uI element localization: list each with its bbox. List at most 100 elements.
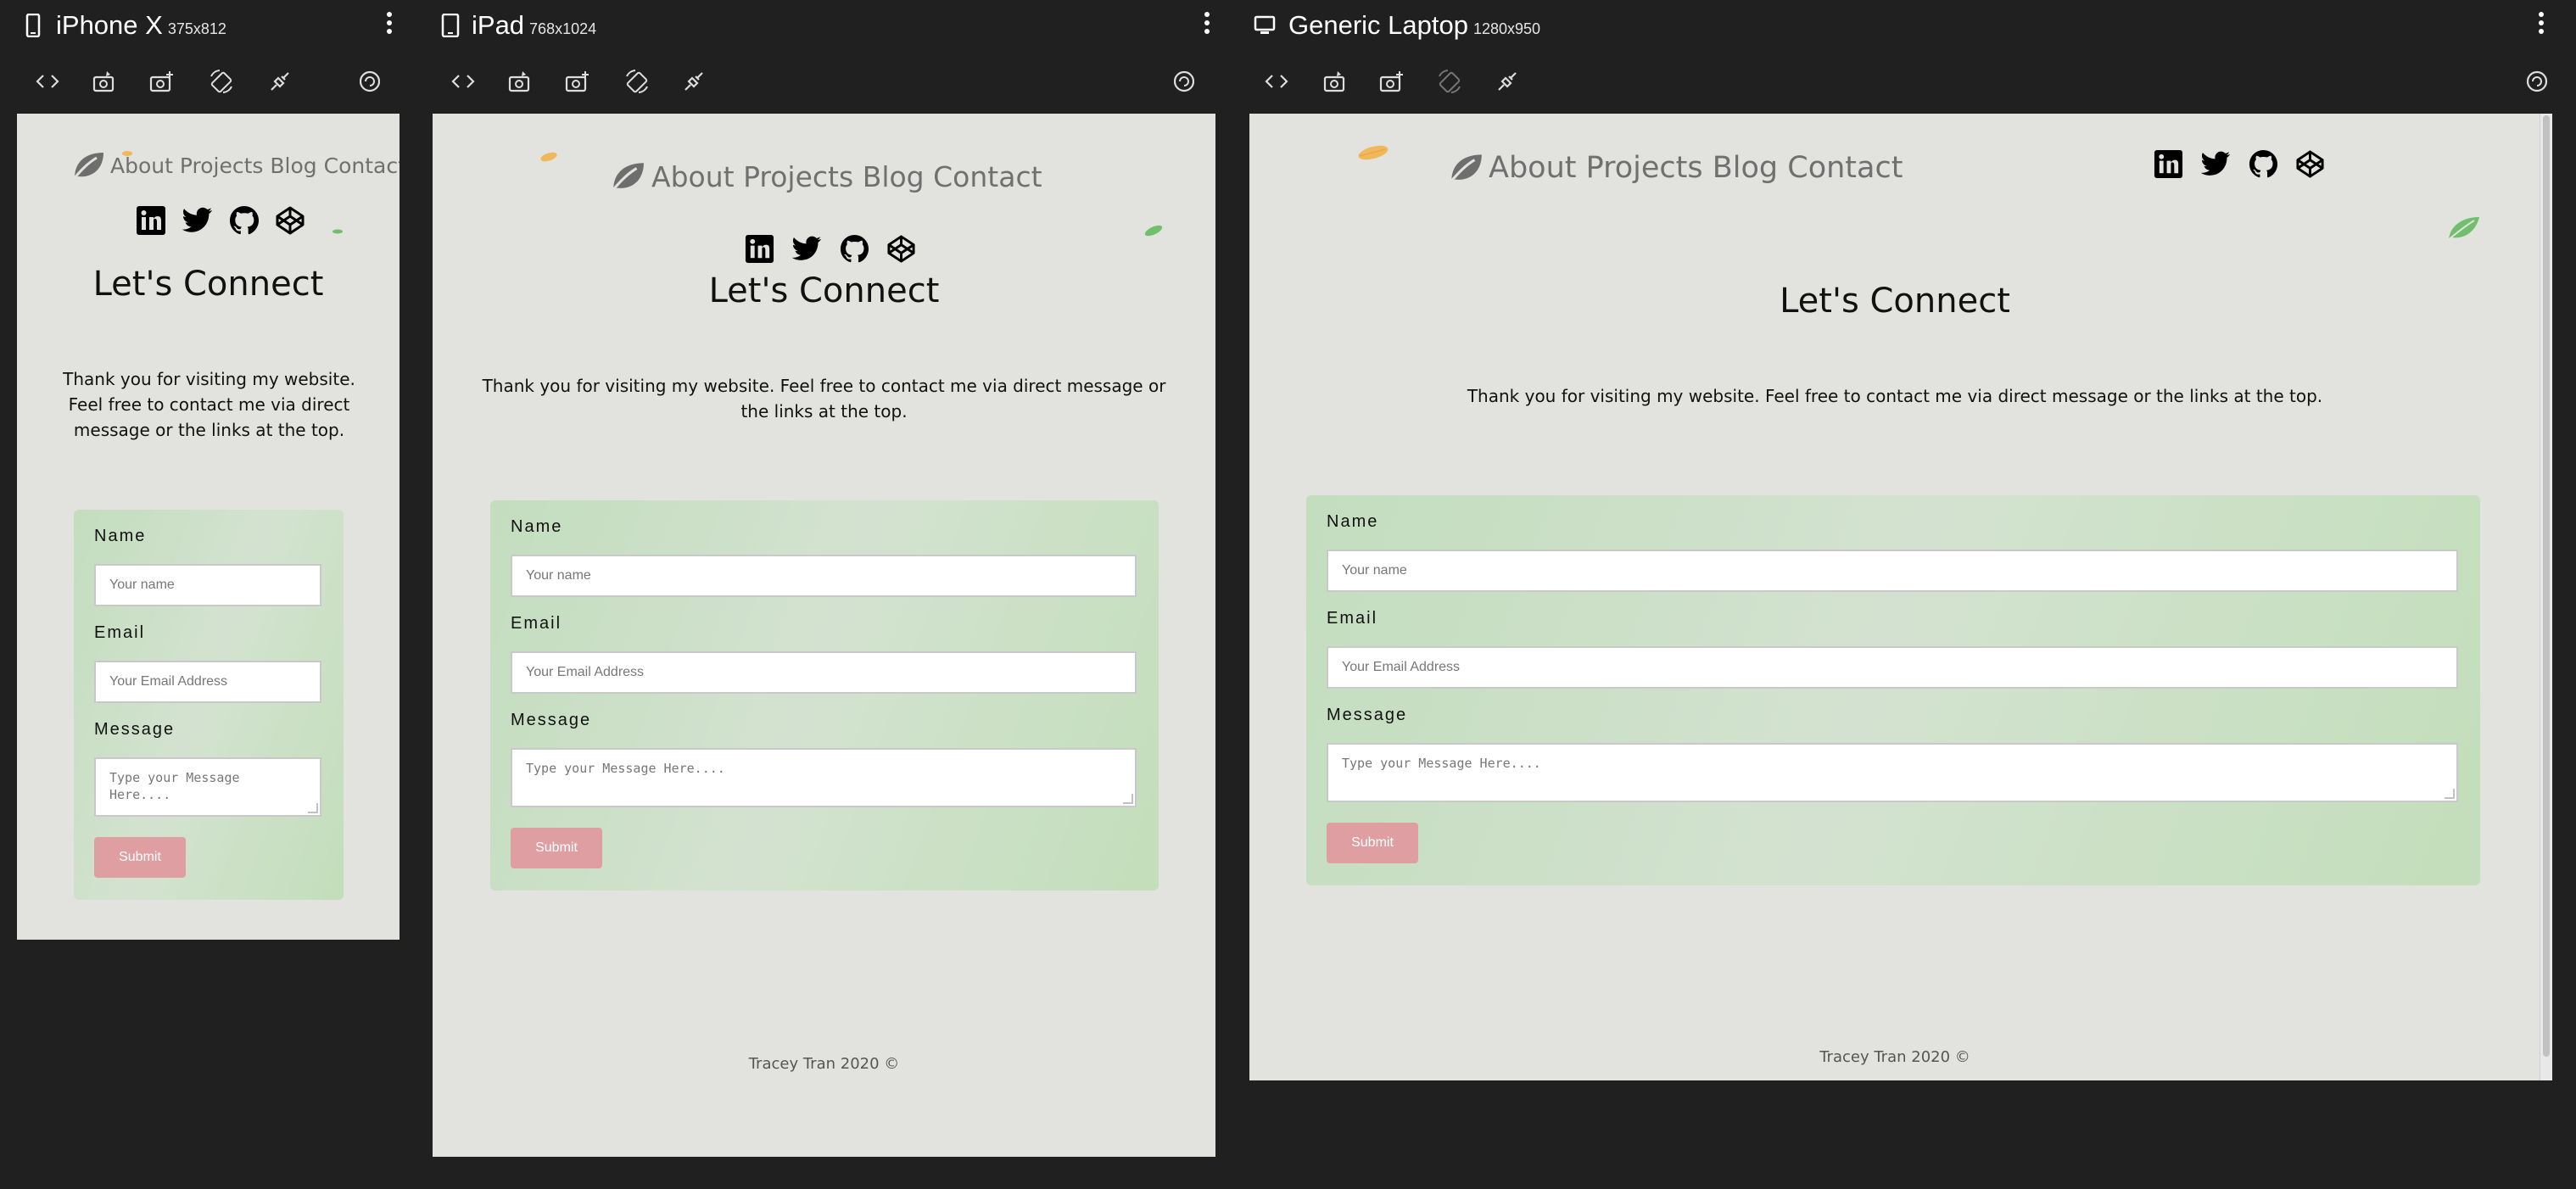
orange-leaf-decoration <box>122 146 132 161</box>
message-placeholder: Type your Message Here.... <box>1342 756 1541 771</box>
device-name[interactable]: iPad 768x1024 <box>472 10 596 41</box>
disconnect-icon[interactable] <box>265 66 295 97</box>
nav-blog-link[interactable]: Blog <box>1713 151 1778 185</box>
resize-grip-icon[interactable] <box>1123 794 1133 804</box>
device-viewport[interactable]: About Projects Blog Contact Let's Connec… <box>433 114 1215 1157</box>
social-links <box>2154 149 2325 179</box>
more-options-icon[interactable] <box>1204 12 1210 36</box>
vertical-scrollbar[interactable] <box>2540 114 2552 1080</box>
leaf-logo-icon[interactable] <box>607 159 648 193</box>
nav-about-link[interactable]: About <box>1489 151 1576 185</box>
name-placeholder: Your name <box>109 578 175 592</box>
nav-projects-link[interactable]: Projects <box>180 154 264 178</box>
device-name-text: iPad <box>472 10 525 40</box>
orange-leaf-decoration <box>1356 142 1390 167</box>
reload-icon[interactable] <box>2522 66 2552 97</box>
linkedin-icon[interactable] <box>136 205 166 236</box>
device-name[interactable]: Generic Laptop 1280x950 <box>1288 10 1540 41</box>
nav-blog-link[interactable]: Blog <box>270 154 316 178</box>
submit-button[interactable]: Submit <box>511 828 602 868</box>
device-panel-ipad: iPad 768x1024 About Projects Blog Contact… <box>416 0 1220 1189</box>
name-input[interactable]: Your name <box>511 555 1137 597</box>
name-label: Name <box>511 517 563 536</box>
twitter-icon[interactable] <box>791 234 823 264</box>
nav-contact-link[interactable]: Contact <box>933 160 1042 193</box>
message-textarea[interactable]: Type your Message Here.... <box>511 748 1137 807</box>
disconnect-icon[interactable] <box>1492 66 1523 97</box>
rotate-icon[interactable] <box>622 66 652 97</box>
device-name[interactable]: iPhone X 375x812 <box>56 10 226 41</box>
site-nav: About Projects Blog Contact <box>607 159 1042 193</box>
social-links <box>745 234 916 264</box>
site-nav: About Projects Blog Contact <box>70 149 400 181</box>
scrollbar-thumb[interactable] <box>2543 115 2550 1057</box>
email-input[interactable]: Your Email Address <box>1327 646 2458 689</box>
rotate-icon[interactable] <box>206 66 237 97</box>
device-toolbar <box>0 66 416 100</box>
submit-button[interactable]: Submit <box>1327 823 1418 863</box>
message-textarea[interactable]: Type your Message Here.... <box>94 757 321 817</box>
message-textarea[interactable]: Type your Message Here.... <box>1327 743 2458 802</box>
device-size: 1280x950 <box>1472 20 1541 37</box>
code-icon[interactable] <box>448 66 478 97</box>
submit-button[interactable]: Submit <box>94 837 186 878</box>
linkedin-icon[interactable] <box>745 234 774 264</box>
codepen-icon[interactable] <box>2295 149 2325 179</box>
email-input[interactable]: Your Email Address <box>94 661 321 703</box>
camera-add-icon[interactable] <box>562 66 592 97</box>
nav-blog-link[interactable]: Blog <box>863 160 925 193</box>
codepen-icon[interactable] <box>886 234 916 264</box>
github-icon[interactable] <box>840 234 869 264</box>
device-header: Generic Laptop 1280x950 <box>1234 0 2576 53</box>
codepen-icon[interactable] <box>275 205 305 236</box>
name-label: Name <box>94 527 147 545</box>
tablet-icon <box>441 13 460 42</box>
code-icon[interactable] <box>32 66 63 97</box>
email-placeholder: Your Email Address <box>526 665 645 679</box>
screenshot-icon[interactable] <box>504 66 534 97</box>
twitter-icon[interactable] <box>2200 149 2232 179</box>
device-viewport[interactable]: About Projects Blog Contact Let's Connec… <box>17 114 400 940</box>
more-options-icon[interactable] <box>387 12 392 36</box>
device-header: iPhone X 375x812 <box>0 0 416 53</box>
code-icon[interactable] <box>1261 66 1292 97</box>
screenshot-icon[interactable] <box>88 66 119 97</box>
email-input[interactable]: Your Email Address <box>511 651 1137 694</box>
leaf-logo-icon[interactable] <box>70 149 107 181</box>
nav-contact-link[interactable]: Contact <box>324 154 400 178</box>
reload-icon[interactable] <box>355 66 385 97</box>
intro-text: Thank you for visiting my website. Feel … <box>482 376 1166 421</box>
reload-icon[interactable] <box>1169 66 1199 97</box>
email-placeholder: Your Email Address <box>1342 660 1461 674</box>
more-options-icon[interactable] <box>2539 12 2544 36</box>
message-label: Message <box>1327 706 1408 724</box>
orange-leaf-decoration <box>539 151 558 167</box>
screenshot-icon[interactable] <box>1319 66 1349 97</box>
email-label: Email <box>511 614 562 633</box>
resize-grip-icon[interactable] <box>2445 789 2455 799</box>
resize-grip-icon[interactable] <box>308 803 318 813</box>
nav-about-link[interactable]: About <box>110 154 173 178</box>
site-footer: Tracey Tran 2020 © <box>1819 1048 1970 1066</box>
leaf-logo-icon[interactable] <box>1446 151 1485 185</box>
contact-form: Name Your name Email Your Email Address … <box>1306 495 2480 885</box>
camera-add-icon[interactable] <box>1376 66 1406 97</box>
device-header: iPad 768x1024 <box>416 0 1220 53</box>
device-viewport[interactable]: About Projects Blog Contact Let's Connec… <box>1249 114 2552 1080</box>
nav-contact-link[interactable]: Contact <box>1787 151 1903 185</box>
github-icon[interactable] <box>2249 149 2278 179</box>
twitter-icon[interactable] <box>182 205 214 236</box>
page-title: Let's Connect <box>92 265 324 304</box>
nav-projects-link[interactable]: Projects <box>743 160 853 193</box>
intro-text: Thank you for visiting my website. Feel … <box>63 369 355 440</box>
disconnect-icon[interactable] <box>679 66 709 97</box>
name-input[interactable]: Your name <box>1327 550 2458 592</box>
nav-about-link[interactable]: About <box>651 160 735 193</box>
linkedin-icon[interactable] <box>2154 149 2183 179</box>
nav-projects-link[interactable]: Projects <box>1586 151 1703 185</box>
laptop-icon <box>1253 15 1277 40</box>
camera-add-icon[interactable] <box>146 66 176 97</box>
github-icon[interactable] <box>229 205 260 236</box>
name-input[interactable]: Your name <box>94 564 321 606</box>
message-placeholder: Type your Message Here.... <box>109 770 240 802</box>
